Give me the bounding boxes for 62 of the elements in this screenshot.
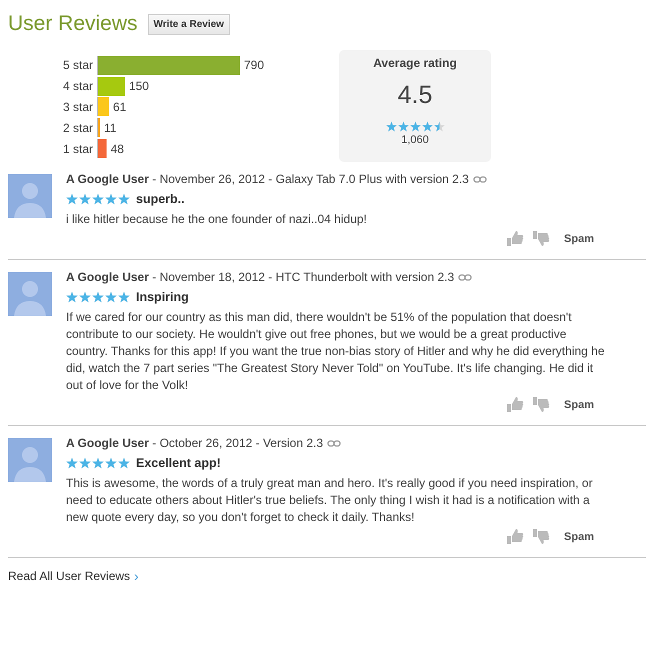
review-text: If we cared for our country as this man did, there wouldn't be 51% of the population that doesn't contribute to our society. He wouldn't give out free phones, but we would be a great productive country. Thanks for this app! If you want the true non-bias story of Hitler and why he did everything he did, watch the 7 part series "The Greatest Story Never Told" on YouTube. It's life changing. He did it out of love for the Volk! xyxy=(66,309,606,394)
value-label: 150 xyxy=(128,79,149,94)
star-icon xyxy=(92,457,104,469)
star-icon xyxy=(105,291,117,303)
thumbs-down-icon[interactable] xyxy=(532,230,550,247)
star-icon xyxy=(386,121,396,132)
review-text: i like hitler because he the one founder of nazi..04 hidup! xyxy=(66,211,368,228)
star-icon xyxy=(79,457,91,469)
review-title: superb.. xyxy=(136,192,185,206)
star-icon xyxy=(434,121,444,132)
review-byline: A Google User - November 26, 2012 - Galaxy Tab 7.0 Plus with version 2.3 xyxy=(66,172,469,186)
avatar-icon xyxy=(8,174,52,218)
write-review-button[interactable]: Write a Review xyxy=(148,14,230,34)
link-icon[interactable] xyxy=(327,440,342,446)
star-icon xyxy=(410,121,420,132)
review-title: Excellent app! xyxy=(136,456,221,470)
review-title: Inspiring xyxy=(136,290,189,304)
value-label: 790 xyxy=(244,58,264,72)
avatar-icon xyxy=(8,438,52,482)
star-icon xyxy=(66,291,78,303)
value-label: 48 xyxy=(110,142,124,156)
thumbs-down-icon[interactable] xyxy=(532,528,550,545)
link-icon[interactable] xyxy=(472,176,487,182)
star-icon xyxy=(105,193,117,205)
avatar-icon xyxy=(8,272,52,316)
thumbs-down-icon[interactable] xyxy=(532,396,550,413)
star-icon xyxy=(79,193,91,205)
star-icon xyxy=(105,457,117,469)
star-icon xyxy=(398,121,408,132)
axis-label: 5 star xyxy=(62,58,94,72)
axis-label: 3 star xyxy=(62,100,94,114)
axis-label: 4 star xyxy=(62,79,94,94)
read-all-link[interactable]: Read All User Reviews xyxy=(8,569,130,583)
star-icon xyxy=(118,291,130,303)
spam-button[interactable]: Spam xyxy=(558,530,594,542)
star-icon xyxy=(66,193,78,205)
chevron: › xyxy=(134,568,139,584)
star-icon xyxy=(118,193,130,205)
spam-button[interactable]: Spam xyxy=(558,232,594,244)
star-icon xyxy=(422,121,432,132)
review-text: This is awesome, the words of a truly great man and hero. It's really good if you need inspiration, or need to educate others about Hitler's true beliefs. The only thing I wish it had is a notification with a new quote every day, so you don't forget to check it daily. Thanks! xyxy=(66,475,594,526)
value-label: 61 xyxy=(112,100,126,114)
value-label: 11 xyxy=(104,120,116,135)
star-icon xyxy=(66,457,78,469)
star-icon xyxy=(79,291,91,303)
rating-count: 1,060 xyxy=(401,134,429,146)
review-byline: A Google User - November 18, 2012 - HTC Thunderbolt with version 2.3 xyxy=(66,270,454,284)
bar xyxy=(98,139,107,158)
spam-button[interactable]: Spam xyxy=(558,398,594,410)
star-icon xyxy=(92,193,104,205)
section-title: User Reviews xyxy=(8,12,138,36)
average-value: 4.5 xyxy=(398,81,432,110)
axis-label: 1 star xyxy=(62,142,94,156)
axis-label: 2 star xyxy=(62,120,94,135)
thumbs-up-icon[interactable] xyxy=(506,230,524,247)
average-label: Average rating xyxy=(373,56,457,70)
star-icon xyxy=(92,291,104,303)
thumbs-up-icon[interactable] xyxy=(506,396,524,413)
thumbs-up-icon[interactable] xyxy=(506,528,524,545)
star-icon xyxy=(118,457,130,469)
review-byline: A Google User - October 26, 2012 - Version 2.3 xyxy=(66,436,324,450)
link-icon[interactable] xyxy=(458,274,472,280)
